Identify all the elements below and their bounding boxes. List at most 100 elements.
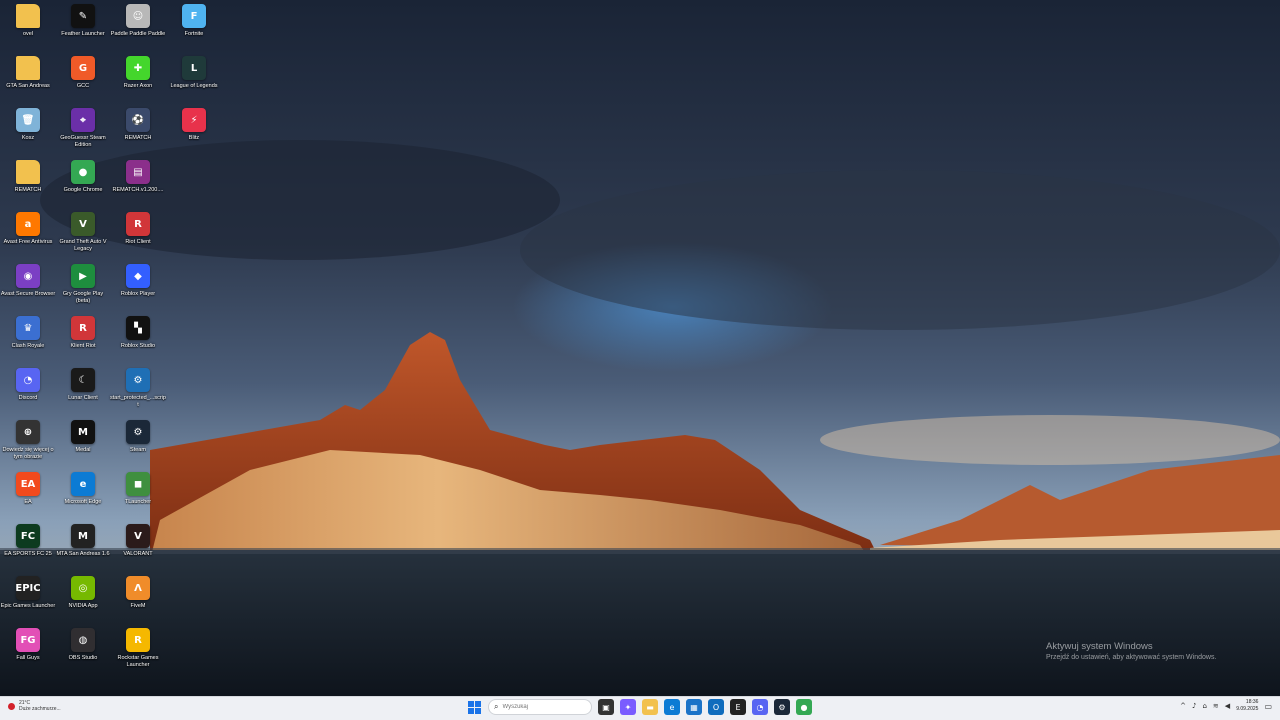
- fall-guys-icon: FG: [16, 628, 40, 652]
- desktop-shortcut-label: NVIDIA App: [68, 603, 98, 609]
- desktop-shortcut[interactable]: ✎ Feather Launcher: [55, 4, 111, 54]
- desktop-shortcut[interactable]: ♛ Clash Royale: [0, 316, 56, 366]
- search-input[interactable]: [502, 704, 583, 710]
- desktop-shortcut[interactable]: ✚ Razer Axon: [110, 56, 166, 106]
- desktop-shortcut[interactable]: ◔ Discord: [0, 368, 56, 418]
- desktop-shortcut-label: Grand Theft Auto V Legacy: [59, 239, 107, 252]
- desktop-shortcut[interactable]: ☺ Paddle Paddle Paddle: [110, 4, 166, 54]
- desktop-shortcut[interactable]: R Klient Riot: [55, 316, 111, 366]
- taskbar: 21°C Duże zachmurze... ⌕ ▣ ✦ ▬ e ▦ OE ◔ ⚙ ● ^ ♪ ⌂ ≋…: [0, 696, 1280, 720]
- tray-icons: ^ ♪ ⌂ ≋ ◀: [1180, 702, 1230, 710]
- desktop-shortcut[interactable]: ◍ OBS Studio: [55, 628, 111, 678]
- nvidia-icon: ◎: [71, 576, 95, 600]
- desktop-shortcut[interactable]: R Rockstar Games Launcher: [110, 628, 166, 678]
- desktop-shortcut[interactable]: EPIC Epic Games Launcher: [0, 576, 56, 626]
- desktop-shortcut[interactable]: Λ FiveM: [110, 576, 166, 626]
- clock[interactable]: 18:36 9.09.2025: [1236, 699, 1258, 713]
- desktop-shortcut-label: Roblox Player: [120, 291, 156, 297]
- chrome-icon[interactable]: ●: [796, 699, 812, 715]
- file-explorer-icon[interactable]: ▬: [642, 699, 658, 715]
- desktop-shortcut[interactable]: R Riot Client: [110, 212, 166, 262]
- desktop-shortcut[interactable]: ovel: [0, 4, 56, 54]
- outlook-icon[interactable]: O: [708, 699, 724, 715]
- desktop-shortcut-label: Klient Riot: [70, 343, 96, 349]
- medal-icon: M: [71, 420, 95, 444]
- clash-royale-icon: ♛: [16, 316, 40, 340]
- desktop-shortcut-label: Feather Launcher: [61, 31, 105, 37]
- taskbar-center: ⌕ ▣ ✦ ▬ e ▦ OE ◔ ⚙ ●: [466, 699, 812, 715]
- desktop-shortcut-label: MTA San Andreas 1.6: [56, 551, 110, 557]
- microsoft-store-icon[interactable]: ▦: [686, 699, 702, 715]
- notification-bell-icon[interactable]: ▭: [1264, 702, 1272, 711]
- edge-icon[interactable]: e: [664, 699, 680, 715]
- desktop-shortcut[interactable]: ◉ Avast Secure Browser: [0, 264, 56, 314]
- feather-icon: ✎: [71, 4, 95, 28]
- google-play-games-icon: ▶: [71, 264, 95, 288]
- taskbar-search-box[interactable]: ⌕: [488, 699, 592, 715]
- desktop-shortcut[interactable]: ⊕ Dowiedz się więcej o tym obrazie: [0, 420, 56, 470]
- razer-axon-icon: ✚: [126, 56, 150, 80]
- wifi-icon[interactable]: ≋: [1213, 702, 1219, 710]
- task-view-icon[interactable]: ▣: [598, 699, 614, 715]
- pinned-apps: ▣ ✦ ▬ e ▦ O E ◔ ⚙ ●: [598, 699, 812, 715]
- desktop-shortcut[interactable]: ⚙ Steam: [110, 420, 166, 470]
- desktop-shortcut[interactable]: ⚡ Blitz: [166, 108, 222, 158]
- gta-v-icon: V: [71, 212, 95, 236]
- desktop-shortcut[interactable]: 🗑 Kosz: [0, 108, 56, 158]
- desktop-shortcut-label: OBS Studio: [68, 655, 98, 661]
- desktop-shortcut[interactable]: ▤ REMATCH.v1.200....: [110, 160, 166, 210]
- geoguessr-icon: ⌖: [71, 108, 95, 132]
- microphone-icon[interactable]: ♪: [1192, 702, 1196, 710]
- copilot-icon[interactable]: ✦: [620, 699, 636, 715]
- network-icon[interactable]: ⌂: [1202, 702, 1206, 710]
- desktop-shortcut[interactable]: ● Google Chrome: [55, 160, 111, 210]
- steam-icon[interactable]: ⚙: [774, 699, 790, 715]
- discord-icon[interactable]: ◔: [752, 699, 768, 715]
- desktop-shortcut[interactable]: ⚙ start_protected_...script: [110, 368, 166, 418]
- desktop-shortcut-label: Fall Guys: [16, 655, 40, 661]
- desktop-shortcut[interactable]: V Grand Theft Auto V Legacy: [55, 212, 111, 262]
- desktop-shortcut[interactable]: FG Fall Guys: [0, 628, 56, 678]
- weather-widget[interactable]: 21°C Duże zachmurze...: [8, 700, 61, 712]
- desktop-shortcut[interactable]: ◎ NVIDIA App: [55, 576, 111, 626]
- desktop-shortcut[interactable]: V VALORANT: [110, 524, 166, 574]
- volume-icon[interactable]: ◀: [1225, 702, 1230, 710]
- desktop-shortcut[interactable]: GTA San Andreas: [0, 56, 56, 106]
- chevron-up-icon[interactable]: ^: [1180, 702, 1186, 710]
- powershell-script-icon: ⚙: [126, 368, 150, 392]
- desktop-shortcut[interactable]: M MTA San Andreas 1.6: [55, 524, 111, 574]
- desktop-shortcut-label: start_protected_...script: [110, 395, 166, 408]
- desktop-shortcut[interactable]: FC EA SPORTS FC 25: [0, 524, 56, 574]
- epic-games-icon[interactable]: E: [730, 699, 746, 715]
- desktop-shortcut[interactable]: ◆ Roblox Player: [110, 264, 166, 314]
- search-icon: ⌕: [494, 702, 499, 711]
- desktop-shortcut-label: Google Chrome: [63, 187, 103, 193]
- desktop-shortcut[interactable]: G GCC: [55, 56, 111, 106]
- desktop-shortcut[interactable]: a Avast Free Antivirus: [0, 212, 56, 262]
- desktop-shortcut[interactable]: ▶ Gry Google Play (beta): [55, 264, 111, 314]
- desktop-shortcut-label: REMATCH: [124, 135, 152, 141]
- desktop-shortcut[interactable]: ☾ Lunar Client: [55, 368, 111, 418]
- desktop-shortcut[interactable]: e Microsoft Edge: [55, 472, 111, 522]
- desktop-shortcut[interactable]: ▚ Roblox Studio: [110, 316, 166, 366]
- discord-icon: ◔: [16, 368, 40, 392]
- league-icon: L: [182, 56, 206, 80]
- desktop-shortcut[interactable]: ⌖ GeoGuessr Steam Edition: [55, 108, 111, 158]
- desktop-shortcut[interactable]: ⚽ REMATCH: [110, 108, 166, 158]
- winrar-icon: ▤: [126, 160, 150, 184]
- windows-activation-watermark: Aktywuj system Windows Przejdź do ustawi…: [1046, 641, 1216, 661]
- desktop-shortcut[interactable]: EA EA: [0, 472, 56, 522]
- desktop-shortcut-label: Epic Games Launcher: [0, 603, 56, 609]
- edge-icon: e: [71, 472, 95, 496]
- desktop-shortcut[interactable]: M Medal: [55, 420, 111, 470]
- recycle-bin-icon: 🗑: [16, 108, 40, 132]
- fortnite-icon: F: [182, 4, 206, 28]
- learn-more-icon: ⊕: [16, 420, 40, 444]
- windows-start-icon[interactable]: [466, 699, 482, 715]
- desktop-shortcut[interactable]: F Fortnite: [166, 4, 222, 54]
- desktop-shortcut[interactable]: ◼ TLauncher: [110, 472, 166, 522]
- desktop-shortcut-label: Clash Royale: [11, 343, 45, 349]
- desktop-shortcut[interactable]: L League of Legends: [166, 56, 222, 106]
- chrome-icon: ●: [71, 160, 95, 184]
- desktop-shortcut[interactable]: REMATCH: [0, 160, 56, 210]
